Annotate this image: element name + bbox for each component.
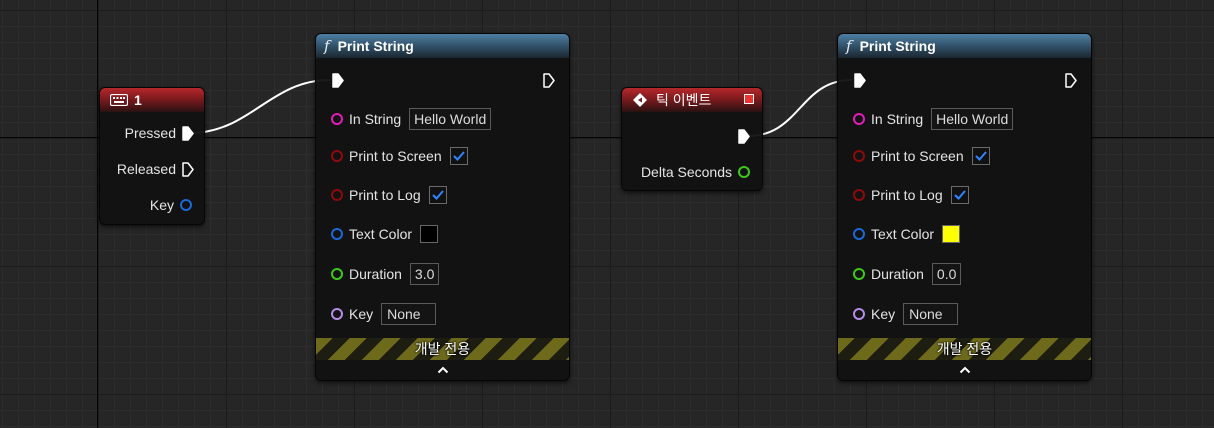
function-icon: f [846,37,852,55]
print-to-screen-pin-row-1[interactable]: Print to Screen [331,147,468,165]
key-pin-row-1[interactable]: Key None [331,303,436,325]
name-input-pin-icon[interactable] [853,308,865,320]
exec-in-pin-row-2[interactable] [854,73,866,88]
float-input-pin-icon[interactable] [853,268,865,280]
bool-input-pin-icon[interactable] [331,150,343,162]
in-string-pin-row-1[interactable]: In String Hello World [331,108,492,130]
print-to-screen-label-2: Print to Screen [871,148,964,164]
duration-label-2: Duration [871,266,924,282]
exec-out-pin-row-1[interactable] [543,73,555,88]
function-icon: f [324,37,330,55]
development-only-banner-1: 개발 전용 [316,338,569,360]
struct-input-pin-icon[interactable] [853,228,865,240]
stop-icon [744,94,754,104]
key-event-title: 1 [134,92,142,108]
exec-output-pin-filled-icon[interactable] [738,129,750,144]
duration-pin-row-1[interactable]: Duration 3.0 [331,263,440,285]
print-to-screen-checkbox-1[interactable] [449,147,468,165]
exec-wire-key-to-print1[interactable] [189,79,331,134]
duration-field-2[interactable]: 0.0 [931,263,962,285]
print-string-header-1[interactable]: f Print String [316,34,569,58]
print-to-screen-checkbox-2[interactable] [971,147,990,165]
released-pin-row[interactable]: Released [117,161,194,177]
print-string-title-1: Print String [337,38,414,54]
in-string-pin-row-2[interactable]: In String Hello World [853,108,1014,130]
tick-event-header[interactable]: 틱 이벤트 [622,88,762,112]
key-label-2: Key [871,306,896,322]
key-output-pin-row[interactable]: Key [150,197,192,213]
development-only-banner-2: 개발 전용 [838,338,1091,360]
delta-seconds-label: Delta Seconds [640,164,732,180]
bool-input-pin-icon[interactable] [853,189,865,201]
key-output-label: Key [149,197,174,213]
print-to-log-checkbox-1[interactable] [428,186,447,204]
exec-output-pin-icon[interactable] [1065,73,1077,88]
pressed-pin-row[interactable]: Pressed [125,125,194,141]
text-color-pin-row-1[interactable]: Text Color [331,225,439,243]
pressed-label: Pressed [124,125,176,141]
exec-output-pin-filled-icon[interactable] [182,125,194,141]
exec-output-pin-icon[interactable] [182,161,194,177]
tick-event-title: 틱 이벤트 [656,92,712,108]
text-color-swatch-2[interactable] [942,225,961,243]
duration-label-1: Duration [349,266,402,282]
chevron-up-icon[interactable] [316,361,569,377]
key-field-2[interactable]: None [903,303,958,325]
event-icon [632,92,648,108]
exec-input-pin-filled-icon[interactable] [332,73,344,88]
print-to-log-pin-row-2[interactable]: Print to Log [853,186,969,204]
bool-input-pin-icon[interactable] [853,150,865,162]
key-pin-row-2[interactable]: Key None [853,303,958,325]
print-string-node-2[interactable]: f Print String In String Hello World Pri… [837,33,1092,381]
print-to-screen-pin-row-2[interactable]: Print to Screen [853,147,990,165]
exec-input-pin-filled-icon[interactable] [854,73,866,88]
struct-output-pin-icon[interactable] [180,199,192,211]
keyboard-icon [110,94,128,106]
print-string-node-1[interactable]: f Print String In String Hello World Pri… [315,33,570,381]
name-input-pin-icon[interactable] [331,308,343,320]
delta-seconds-pin-row[interactable]: Delta Seconds [641,164,750,180]
string-input-pin-icon[interactable] [331,113,343,125]
struct-input-pin-icon[interactable] [331,228,343,240]
string-input-pin-icon[interactable] [853,113,865,125]
key-event-node[interactable]: 1 Pressed Released Key [99,87,205,225]
duration-pin-row-2[interactable]: Duration 0.0 [853,263,962,285]
development-only-label-2: 개발 전용 [936,341,993,357]
exec-output-pin-icon[interactable] [543,73,555,88]
tick-event-node[interactable]: 틱 이벤트 Delta Seconds [621,87,763,191]
print-to-screen-label-1: Print to Screen [349,148,442,164]
key-label-1: Key [349,306,374,322]
print-to-log-checkbox-2[interactable] [950,186,969,204]
in-string-field-1[interactable]: Hello World [409,108,492,130]
in-string-label-1: In String [349,111,402,127]
development-only-label-1: 개발 전용 [414,341,471,357]
text-color-label-2: Text Color [871,226,935,242]
print-to-log-pin-row-1[interactable]: Print to Log [331,186,447,204]
key-event-header[interactable]: 1 [100,88,204,112]
duration-field-1[interactable]: 3.0 [409,263,440,285]
chevron-up-icon[interactable] [838,361,1091,377]
text-color-pin-row-2[interactable]: Text Color [853,225,961,243]
bool-input-pin-icon[interactable] [331,189,343,201]
in-string-label-2: In String [871,111,924,127]
in-string-field-2[interactable]: Hello World [931,108,1014,130]
exec-in-pin-row-1[interactable] [332,73,344,88]
key-field-1[interactable]: None [381,303,436,325]
print-to-log-label-2: Print to Log [871,187,943,203]
checkmark-icon [953,190,966,200]
print-string-title-2: Print String [859,38,936,54]
text-color-label-1: Text Color [349,226,413,242]
checkmark-icon [974,151,987,161]
float-input-pin-icon[interactable] [331,268,343,280]
exec-out-pin-row-2[interactable] [1065,73,1077,88]
checkmark-icon [431,190,444,200]
print-to-log-label-1: Print to Log [349,187,421,203]
grid-origin-vertical [97,0,98,428]
tick-exec-out-pin-row[interactable] [738,129,750,144]
print-string-header-2[interactable]: f Print String [838,34,1091,58]
checkmark-icon [452,151,465,161]
text-color-swatch-1[interactable] [420,225,439,243]
float-output-pin-icon[interactable] [738,166,750,178]
released-label: Released [116,161,176,177]
